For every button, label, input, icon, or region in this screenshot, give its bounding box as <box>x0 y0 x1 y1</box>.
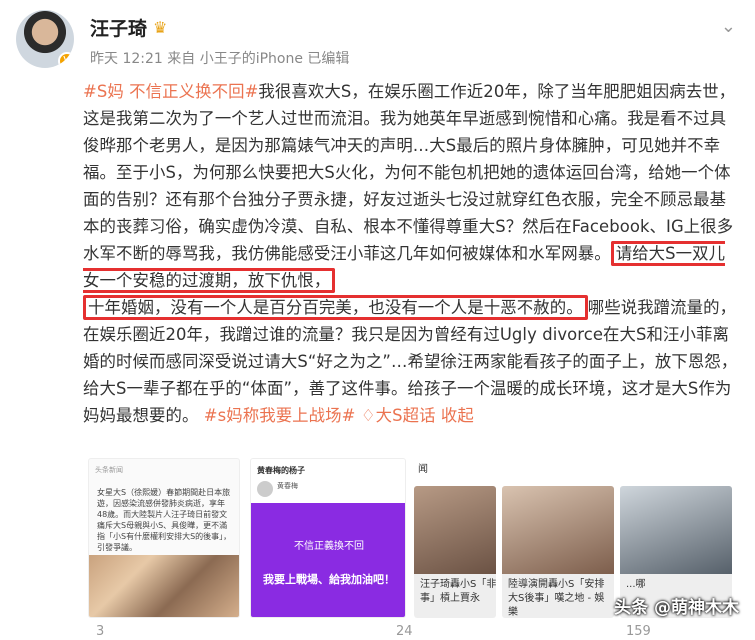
image-3-header: 闻 <box>418 464 428 475</box>
verified-badge-icon: V <box>58 52 74 68</box>
comment-count[interactable]: 24 <box>396 624 413 639</box>
post-meta: 昨天 12:21 来自 小王子的iPhone 已编辑 <box>90 51 350 67</box>
chevron-down-icon[interactable]: ⌄ <box>721 16 736 37</box>
image-2[interactable]: 黄春梅的杨子 黄春梅 不信正義換不回 我要上戰場、給我加油吧！ <box>250 458 406 618</box>
news-thumb-3-caption: ...哪 <box>626 579 646 590</box>
image-1-text: 女星大S（徐熙媛）春節期間赴日本旅遊，因感染流感併發肺炎病逝，享年48歲。而大陸… <box>97 488 232 552</box>
image-1[interactable]: 头条新闻 女星大S（徐熙媛）春節期間赴日本旅遊，因感染流感併發肺炎病逝，享年48… <box>88 458 240 618</box>
highlight-box-2: 十年婚姻，没有一个人是百分百完美，也没有一个人是十恶不赦的。 <box>83 295 588 320</box>
news-thumb-1-caption: 汪子琦轟小S「非後事」槓上賈永 <box>420 579 496 604</box>
news-thumb-1[interactable]: 汪子琦轟小S「非後事」槓上賈永 <box>414 486 496 618</box>
post-text: #S妈 不信正义换不回#我很喜欢大S，在娱乐圈工作近20年，除了当年肥肥姐因病去… <box>83 78 738 429</box>
avatar[interactable]: V <box>16 10 74 68</box>
image-2-line1: 不信正義換不回 <box>294 541 364 552</box>
news-thumb-1-photo <box>414 486 496 574</box>
news-thumb-2-photo <box>502 486 614 574</box>
supertopic-icon: ♢ <box>360 406 376 425</box>
like-count[interactable]: 159 <box>626 624 651 639</box>
post-text-part1: 我很喜欢大S，在娱乐圈工作近20年，除了当年肥肥姐因病去世，这是我第二次为了一个… <box>83 82 736 263</box>
image-2-line2: 我要上戰場、給我加油吧！ <box>263 573 395 586</box>
watermark: 头条 @萌神木木 <box>614 598 739 618</box>
image-2-avatar <box>257 481 273 497</box>
image-2-title: 黄春梅的杨子 <box>257 466 305 475</box>
collapse-link[interactable]: 收起 <box>441 406 474 425</box>
topic-tag[interactable]: #S妈 不信正义换不回# <box>83 82 258 101</box>
username[interactable]: 汪子琦 ♛ <box>90 14 167 41</box>
crown-icon: ♛ <box>153 18 168 37</box>
image-1-source: 头条新闻 <box>95 466 123 474</box>
news-thumb-2[interactable]: 陸導演開轟小S「安排大S後事」嘆之地 - 娛樂 <box>502 486 614 618</box>
post-header: V 汪子琦 ♛ 昨天 12:21 来自 小王子的iPhone 已编辑 ⌄ <box>16 10 736 72</box>
image-2-name: 黄春梅 <box>277 482 298 490</box>
topic-tag-2[interactable]: #s妈称我要上战场# <box>204 406 356 425</box>
image-1-photo <box>89 555 239 617</box>
supertopic-link[interactable]: 大S超话 <box>376 406 436 425</box>
image-2-purple-panel <box>251 503 405 617</box>
news-thumb-3-photo <box>620 486 732 574</box>
repost-count[interactable]: 3 <box>96 624 104 639</box>
news-thumb-2-caption: 陸導演開轟小S「安排大S後事」嘆之地 - 娛樂 <box>508 579 605 618</box>
username-text[interactable]: 汪子琦 <box>90 18 147 40</box>
